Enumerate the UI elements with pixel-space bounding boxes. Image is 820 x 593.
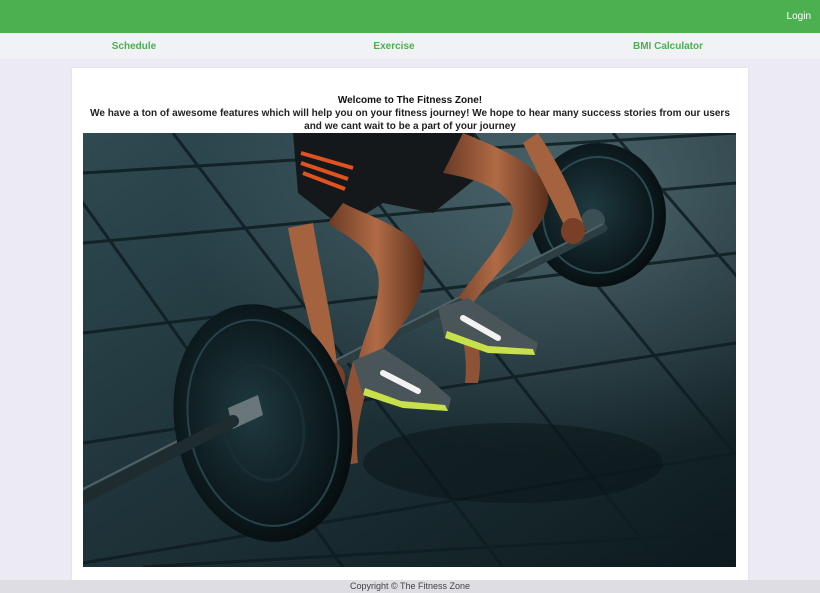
nav-item-schedule[interactable]: Schedule [112,41,156,52]
top-bar: Login [0,0,820,33]
welcome-title: Welcome to The Fitness Zone! [337,95,483,106]
nav-bar: Schedule Exercise BMI Calculator [0,33,820,59]
login-link[interactable]: Login [787,11,811,22]
barbell-deadlift-photo [83,133,736,567]
welcome-description: We have a ton of awesome features which … [90,108,730,132]
nav-item-bmi-calculator[interactable]: BMI Calculator [633,41,703,52]
content-card: Welcome to The Fitness Zone! We have a t… [72,68,748,580]
nav-item-exercise[interactable]: Exercise [373,41,414,52]
hero-image [83,133,736,567]
footer-copyright: Copyright © The Fitness Zone [0,580,820,593]
